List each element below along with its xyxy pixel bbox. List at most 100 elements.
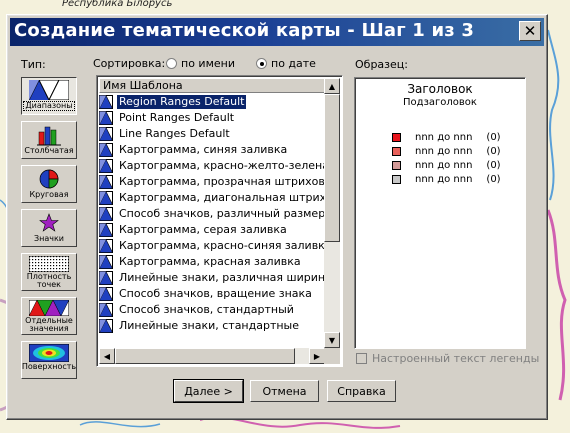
scroll-up-button[interactable]: ▲: [324, 78, 340, 94]
preview-label: Образец:: [355, 58, 408, 71]
template-icon: [99, 127, 113, 141]
template-list-rows: Region Ranges Default Point Ranges Defaul…: [99, 94, 325, 350]
type-button-dot-density[interactable]: Плотность точек: [21, 253, 77, 291]
vertical-scrollbar[interactable]: ▲ ▼: [324, 78, 340, 348]
template-list-item-label: Картограмма, прозрачная штриховка: [119, 175, 325, 188]
template-list-item-label: Картограмма, серая заливка: [119, 223, 287, 236]
type-button-bar[interactable]: Столбчатая: [21, 121, 77, 159]
legend-preview: Заголовок Подзаголовок nnn до nnn (0) nnn …: [354, 77, 526, 349]
template-icon: [99, 191, 113, 205]
surface-icon: [29, 344, 69, 362]
individual-values-icon: [29, 300, 69, 316]
template-icon: [99, 303, 113, 317]
template-list-item[interactable]: Point Ranges Default: [99, 110, 325, 126]
dialog-title: Создание тематической карты - Шаг 1 из 3: [14, 20, 475, 41]
type-button-label: Поверхность: [21, 362, 77, 371]
ranges-icon: [29, 80, 69, 100]
close-icon: ✕: [523, 22, 537, 40]
type-button-individual-values[interactable]: Отдельные значения: [21, 297, 77, 335]
dialog-titlebar[interactable]: Создание тематической карты - Шаг 1 из 3…: [10, 18, 544, 46]
template-list-item-label: Способ значков, вращение знака: [119, 287, 312, 300]
template-list-item[interactable]: Картограмма, красная заливка: [99, 254, 325, 270]
type-button-surface[interactable]: Поверхность: [21, 341, 77, 379]
template-list-item-label: Картограмма, красно-синяя заливка: [119, 239, 325, 252]
legend-range-text: nnn до nnn: [415, 160, 473, 171]
template-list-item[interactable]: Способ значков, различный размер: [99, 206, 325, 222]
custom-legend-checkbox[interactable]: Настроенный текст легенды: [356, 352, 539, 365]
horizontal-scroll-thumb[interactable]: [115, 348, 295, 364]
template-list-item-label: Line Ranges Default: [119, 127, 230, 140]
scroll-left-button[interactable]: ◀: [99, 348, 115, 364]
template-icon: [99, 207, 113, 221]
template-list-item[interactable]: Картограмма, синяя заливка: [99, 142, 325, 158]
template-list-item[interactable]: Линейные знаки, различная ширина: [99, 270, 325, 286]
template-list-item[interactable]: Line Ranges Default: [99, 126, 325, 142]
help-button[interactable]: Справка: [327, 380, 396, 402]
template-list[interactable]: Имя Шаблона Region Ranges Default Point R…: [96, 75, 343, 367]
template-list-item[interactable]: Линейные знаки, стандартные: [99, 318, 325, 334]
preview-title: Заголовок: [407, 82, 473, 96]
template-list-item[interactable]: Картограмма, диагональная штриховка: [99, 190, 325, 206]
template-list-item[interactable]: Region Ranges Default: [99, 94, 325, 110]
template-list-item-label: Способ значков, различный размер: [119, 207, 325, 220]
template-list-item-label: Region Ranges Default: [117, 95, 247, 109]
type-button-ranges[interactable]: Диапазоны: [21, 77, 77, 115]
scroll-down-button[interactable]: ▼: [324, 332, 340, 348]
template-list-item[interactable]: Способ значков, стандартный: [99, 302, 325, 318]
template-icon: [99, 239, 113, 253]
legend-range-text: nnn до nnn: [415, 132, 473, 143]
arrow-left-icon: ◀: [103, 351, 111, 361]
checkbox-box: [356, 353, 367, 364]
template-icon: [99, 319, 113, 333]
template-list-item-label: Картограмма, красная заливка: [119, 255, 301, 268]
type-button-label: Плотность точек: [26, 272, 72, 289]
vertical-scroll-thumb[interactable]: [324, 94, 340, 242]
legend-swatch: [392, 147, 401, 156]
template-list-item[interactable]: Картограмма, серая заливка: [99, 222, 325, 238]
sort-by-name-label: по имени: [181, 57, 235, 70]
preview-subtitle: Подзаголовок: [403, 97, 477, 108]
template-list-item[interactable]: Картограмма, прозрачная штриховка: [99, 174, 325, 190]
thematic-map-dialog: Создание тематической карты - Шаг 1 из 3…: [6, 14, 548, 420]
type-button-symbols[interactable]: Значки: [21, 209, 77, 247]
custom-legend-label: Настроенный текст легенды: [372, 352, 540, 365]
template-icon: [99, 287, 113, 301]
legend-range-text: nnn до nnn: [415, 146, 473, 157]
close-button[interactable]: ✕: [519, 21, 541, 41]
horizontal-scrollbar[interactable]: ◀ ▶: [99, 348, 325, 364]
template-icon: [99, 111, 113, 125]
type-button-label: Диапазоны: [23, 101, 75, 111]
template-list-item-label: Линейные знаки, различная ширина: [119, 271, 325, 284]
cancel-button[interactable]: Отмена: [250, 380, 319, 402]
scrollbar-corner: [324, 348, 340, 364]
template-list-item[interactable]: Картограмма, красно-желто-зеленая за: [99, 158, 325, 174]
template-icon: [99, 95, 113, 109]
legend-swatch: [392, 175, 401, 184]
dot-density-icon: [29, 256, 69, 272]
template-list-item-label: Картограмма, синяя заливка: [119, 143, 288, 156]
template-list-item-label: Картограмма, красно-желто-зеленая за: [119, 159, 325, 172]
type-button-label: Значки: [33, 234, 65, 243]
sort-by-date-radio[interactable]: по дате: [256, 57, 316, 70]
sort-by-name-radio[interactable]: по имени: [166, 57, 235, 70]
template-list-item-label: Способ значков, стандартный: [119, 303, 294, 316]
template-icon: [99, 159, 113, 173]
template-list-item-label: Линейные знаки, стандартные: [119, 319, 300, 332]
scroll-right-button[interactable]: ▶: [309, 348, 325, 364]
type-button-pie[interactable]: Круговая: [21, 165, 77, 203]
template-list-item[interactable]: Картограмма, красно-синяя заливка: [99, 238, 325, 254]
template-list-item[interactable]: Способ значков, вращение знака: [99, 286, 325, 302]
star-symbol-icon: [39, 213, 59, 232]
legend-swatch: [392, 161, 401, 170]
legend-row: nnn до nnn (0): [392, 160, 501, 171]
next-button[interactable]: Далее >: [173, 379, 244, 403]
template-list-header[interactable]: Имя Шаблона: [99, 78, 325, 93]
sort-label: Сортировка:: [93, 57, 166, 70]
arrow-up-icon: ▲: [328, 81, 336, 91]
type-button-label: Отдельные значения: [25, 316, 73, 333]
type-button-label: Круговая: [29, 190, 69, 199]
legend-row: nnn до nnn (0): [392, 146, 501, 157]
type-label: Тип:: [21, 58, 46, 71]
legend-count: (0): [486, 160, 501, 171]
legend-row: nnn до nnn (0): [392, 174, 501, 185]
